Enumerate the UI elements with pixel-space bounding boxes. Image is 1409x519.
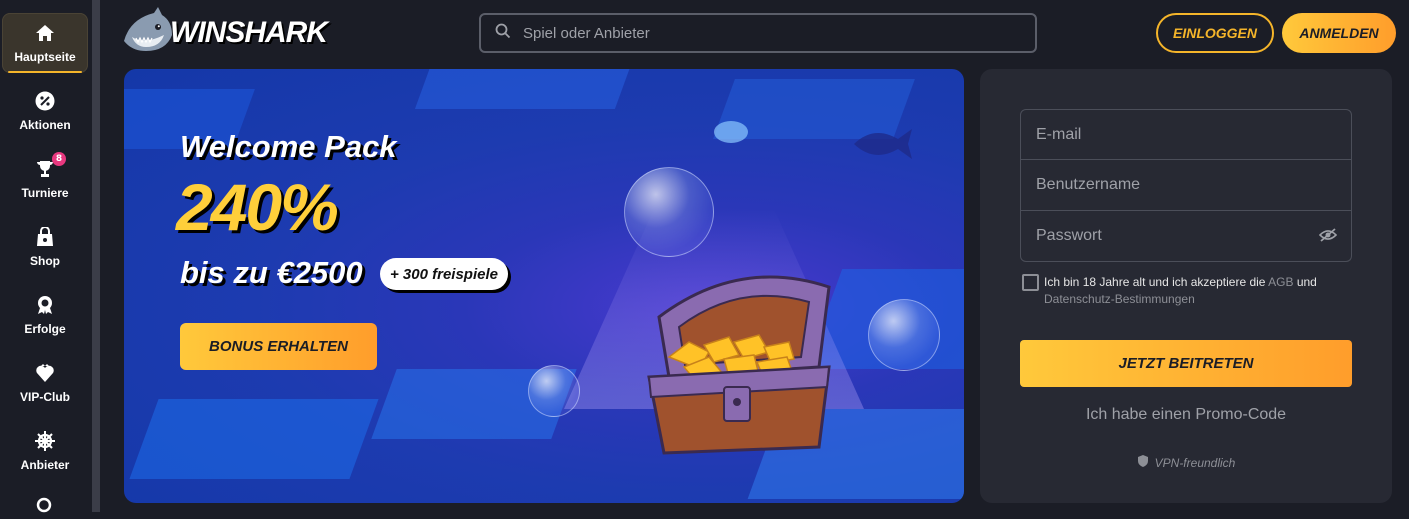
sidebar-item-label: Anbieter: [20, 458, 70, 472]
sidebar-item-shop[interactable]: Shop: [2, 217, 88, 277]
sidebar-item-label: Hauptseite: [14, 50, 76, 64]
username-placeholder: Benutzername: [1036, 176, 1141, 193]
ship-wheel-icon: [34, 430, 56, 452]
sidebar-item-aktionen[interactable]: Aktionen: [2, 81, 88, 141]
percent-icon: [34, 90, 56, 112]
username-field[interactable]: Benutzername: [1020, 160, 1352, 211]
fish-silhouette: [854, 129, 912, 159]
bubble: [714, 121, 748, 143]
promo-banner[interactable]: Welcome Pack 240% bis zu €2500 + 300 fre…: [124, 69, 964, 503]
sidebar-item-anbieter[interactable]: Anbieter: [2, 421, 88, 481]
search-input[interactable]: Spiel oder Anbieter: [523, 25, 650, 42]
email-placeholder: E-mail: [1036, 125, 1082, 143]
registration-panel: E-mail Benutzername Passwort Ich bin 18 …: [980, 69, 1392, 503]
bonus-button[interactable]: BONUS ERHALTEN: [180, 323, 377, 370]
sidebar-item-erfolge[interactable]: Erfolge: [2, 285, 88, 345]
privacy-link[interactable]: Datenschutz-Bestimmungen: [1044, 292, 1195, 306]
medal-icon: [34, 294, 56, 316]
logo-text: WINSHARK: [170, 16, 328, 49]
search-icon: [495, 23, 511, 43]
background-shape: [414, 69, 634, 109]
home-icon: [34, 22, 56, 44]
banner-title: Welcome Pack: [180, 129, 397, 164]
vip-heart-icon: [34, 362, 56, 384]
bubble: [624, 167, 714, 257]
banner-percent: 240%: [176, 170, 339, 244]
register-button[interactable]: ANMELDEN: [1282, 13, 1396, 53]
notification-badge: 8: [52, 152, 66, 166]
search-icon: [34, 495, 56, 517]
sidebar-scrollbar[interactable]: [92, 0, 100, 512]
banner-amount: bis zu €2500: [180, 255, 363, 290]
treasure-chest-image: [647, 275, 831, 455]
password-placeholder: Passwort: [1036, 227, 1102, 244]
agb-link[interactable]: AGB: [1268, 275, 1293, 289]
bubble: [528, 365, 580, 417]
sidebar-item-label: Turniere: [21, 186, 69, 200]
freespins-badge: + 300 freispiele: [380, 258, 508, 290]
sidebar-item-label: Erfolge: [24, 322, 66, 336]
shop-bag-icon: [34, 226, 56, 248]
vpn-label: VPN-freundlich: [1154, 455, 1236, 470]
login-button[interactable]: EINLOGGEN: [1156, 13, 1274, 53]
shield-icon: [1137, 454, 1149, 471]
sidebar-item-label: VIP-Club: [20, 390, 70, 404]
sidebar-item-hauptseite[interactable]: Hauptseite: [2, 13, 88, 73]
shark-logo-icon: [120, 5, 176, 61]
bubble: [868, 299, 940, 371]
eye-off-icon[interactable]: [1318, 227, 1338, 247]
email-field[interactable]: E-mail: [1020, 109, 1352, 160]
sidebar-item-vip-club[interactable]: VIP-Club: [2, 353, 88, 413]
sidebar-item-turniere[interactable]: 8 Turniere: [2, 149, 88, 209]
logo[interactable]: WINSHARK: [120, 4, 328, 62]
sidebar-item-label: Shop: [30, 254, 60, 268]
sidebar-item-search[interactable]: [2, 489, 88, 519]
terms-text-part: Ich bin 18 Jahre alt und ich akzeptiere …: [1044, 275, 1269, 289]
trophy-icon: 8: [34, 152, 66, 180]
sidebar: Hauptseite Aktionen 8 Turniere Shop Erfo…: [0, 0, 92, 513]
terms-text: Ich bin 18 Jahre alt und ich akzeptiere …: [1044, 274, 1344, 308]
vpn-info: VPN-freundlich: [1020, 454, 1352, 471]
search-bar[interactable]: Spiel oder Anbieter: [479, 13, 1037, 53]
promo-code-link[interactable]: Ich habe einen Promo-Code: [1020, 406, 1352, 424]
sidebar-item-label: Aktionen: [19, 118, 71, 132]
background-shape: [129, 399, 379, 479]
join-button[interactable]: JETZT BEITRETEN: [1020, 340, 1352, 387]
password-field[interactable]: Passwort: [1020, 211, 1352, 262]
terms-checkbox[interactable]: [1022, 274, 1039, 291]
terms-text-part: und: [1293, 275, 1317, 289]
